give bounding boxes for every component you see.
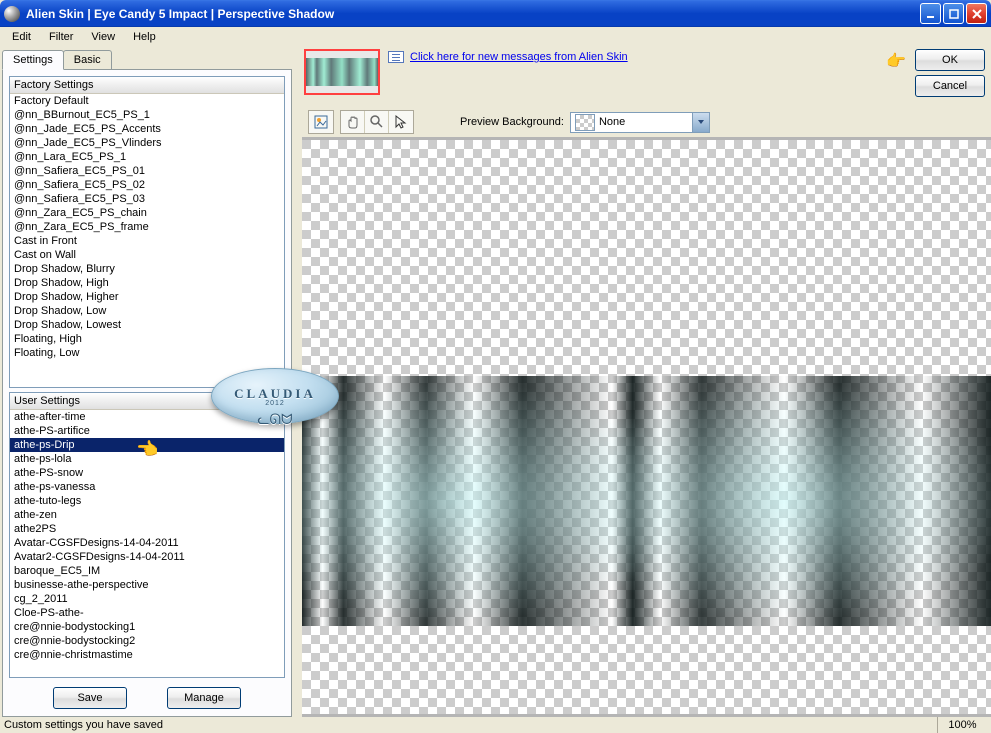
list-item[interactable]: Floating, Low bbox=[10, 346, 284, 360]
tool-group-nav bbox=[340, 110, 414, 134]
status-bar: Custom settings you have saved 100% bbox=[0, 717, 991, 733]
factory-settings-panel: Factory Settings Factory Default@nn_BBur… bbox=[9, 76, 285, 388]
list-item[interactable]: @nn_Lara_EC5_PS_1 bbox=[10, 150, 284, 164]
ok-button-label: OK bbox=[942, 54, 958, 66]
pointer-hand-icon: 👈 bbox=[136, 439, 158, 460]
tab-basic[interactable]: Basic bbox=[63, 50, 112, 70]
menu-edit[interactable]: Edit bbox=[4, 29, 39, 45]
ok-button[interactable]: 👉OK bbox=[915, 49, 985, 71]
minimize-button[interactable] bbox=[920, 3, 941, 24]
message-link-row: Click here for new messages from Alien S… bbox=[388, 51, 628, 63]
cancel-button[interactable]: Cancel bbox=[915, 75, 985, 97]
factory-settings-header: Factory Settings bbox=[10, 77, 284, 94]
list-item[interactable]: athe2PS bbox=[10, 522, 284, 536]
menu-help[interactable]: Help bbox=[125, 29, 164, 45]
list-item[interactable]: @nn_BBurnout_EC5_PS_1 bbox=[10, 108, 284, 122]
list-item[interactable]: cre@nnie-bodystocking2 bbox=[10, 634, 284, 648]
list-item[interactable]: athe-tuto-legs bbox=[10, 494, 284, 508]
user-settings-header: User Settings bbox=[10, 393, 284, 410]
list-item[interactable]: athe-zen bbox=[10, 508, 284, 522]
toolbar-row: Preview Background: None bbox=[302, 107, 991, 137]
list-item[interactable]: Floating, High bbox=[10, 332, 284, 346]
list-item[interactable]: @nn_Zara_EC5_PS_frame bbox=[10, 220, 284, 234]
list-item[interactable]: @nn_Safiera_EC5_PS_02 bbox=[10, 178, 284, 192]
menu-view[interactable]: View bbox=[83, 29, 123, 45]
menu-filter[interactable]: Filter bbox=[41, 29, 81, 45]
tool-group-filter bbox=[308, 110, 334, 134]
manage-button[interactable]: Manage bbox=[167, 687, 241, 709]
pointer-hand-icon: 👉 bbox=[886, 52, 906, 72]
status-text: Custom settings you have saved bbox=[4, 719, 937, 731]
settings-tab-body: Factory Settings Factory Default@nn_BBur… bbox=[2, 69, 292, 717]
zoom-tool-button[interactable] bbox=[365, 111, 389, 133]
tab-settings[interactable]: Settings bbox=[2, 50, 64, 70]
list-item[interactable]: Drop Shadow, Low bbox=[10, 304, 284, 318]
app-icon bbox=[4, 6, 20, 22]
list-item[interactable]: athe-PS-artifice bbox=[10, 424, 284, 438]
transparency-swatch-icon bbox=[575, 114, 595, 131]
arrow-tool-button[interactable] bbox=[389, 111, 413, 133]
list-item[interactable]: Avatar2-CGSFDesigns-14-04-2011 bbox=[10, 550, 284, 564]
list-item[interactable]: athe-PS-snow bbox=[10, 466, 284, 480]
list-item[interactable]: Drop Shadow, Lowest bbox=[10, 318, 284, 332]
list-item[interactable]: Cloe-PS-athe- bbox=[10, 606, 284, 620]
preview-background-select[interactable]: None bbox=[570, 112, 710, 133]
preview-canvas[interactable] bbox=[302, 137, 991, 717]
preview-image-strip bbox=[302, 376, 991, 626]
list-item[interactable]: Drop Shadow, High bbox=[10, 276, 284, 290]
list-item[interactable]: @nn_Zara_EC5_PS_chain bbox=[10, 206, 284, 220]
list-item[interactable]: athe-after-time bbox=[10, 410, 284, 424]
user-settings-panel: User Settings athe-after-timeathe-PS-art… bbox=[9, 392, 285, 678]
preview-background-label: Preview Background: bbox=[460, 116, 564, 128]
list-item[interactable]: athe-ps-vanessa bbox=[10, 480, 284, 494]
alien-skin-messages-link[interactable]: Click here for new messages from Alien S… bbox=[410, 51, 628, 63]
preview-background-value: None bbox=[599, 116, 692, 128]
title-bar: Alien Skin | Eye Candy 5 Impact | Perspe… bbox=[0, 0, 991, 27]
list-item[interactable]: baroque_EC5_IM bbox=[10, 564, 284, 578]
list-item[interactable]: @nn_Safiera_EC5_PS_01 bbox=[10, 164, 284, 178]
save-button[interactable]: Save bbox=[53, 687, 127, 709]
window-buttons bbox=[920, 3, 987, 24]
right-panel: Click here for new messages from Alien S… bbox=[302, 47, 991, 717]
list-item[interactable]: Cast on Wall bbox=[10, 248, 284, 262]
left-panel: Settings Basic Factory Settings Factory … bbox=[0, 47, 296, 717]
filter-tool-button[interactable] bbox=[309, 111, 333, 133]
list-item[interactable]: Cast in Front bbox=[10, 234, 284, 248]
list-item[interactable]: Avatar-CGSFDesigns-14-04-2011 bbox=[10, 536, 284, 550]
chevron-down-icon bbox=[692, 113, 709, 132]
zoom-level: 100% bbox=[937, 717, 987, 733]
list-item[interactable]: cg_2_2011 bbox=[10, 592, 284, 606]
hand-tool-button[interactable] bbox=[341, 111, 365, 133]
factory-settings-list[interactable]: Factory Default@nn_BBurnout_EC5_PS_1@nn_… bbox=[10, 94, 284, 387]
list-item[interactable]: businesse-athe-perspective bbox=[10, 578, 284, 592]
list-item[interactable]: Drop Shadow, Blurry bbox=[10, 262, 284, 276]
list-item[interactable]: Drop Shadow, Higher bbox=[10, 290, 284, 304]
list-item[interactable]: cre@nnie-bodystocking1 bbox=[10, 620, 284, 634]
list-item[interactable]: Factory Default bbox=[10, 94, 284, 108]
list-item[interactable]: @nn_Safiera_EC5_PS_03 bbox=[10, 192, 284, 206]
list-item[interactable]: @nn_Jade_EC5_PS_Vlinders bbox=[10, 136, 284, 150]
list-item[interactable]: cre@nnie-christmastime bbox=[10, 648, 284, 662]
message-icon bbox=[388, 51, 404, 63]
list-item[interactable]: @nn_Jade_EC5_PS_Accents bbox=[10, 122, 284, 136]
menu-bar: Edit Filter View Help bbox=[0, 27, 991, 47]
close-button[interactable] bbox=[966, 3, 987, 24]
maximize-button[interactable] bbox=[943, 3, 964, 24]
preview-thumbnail[interactable] bbox=[304, 49, 380, 95]
window-title: Alien Skin | Eye Candy 5 Impact | Perspe… bbox=[26, 7, 920, 21]
